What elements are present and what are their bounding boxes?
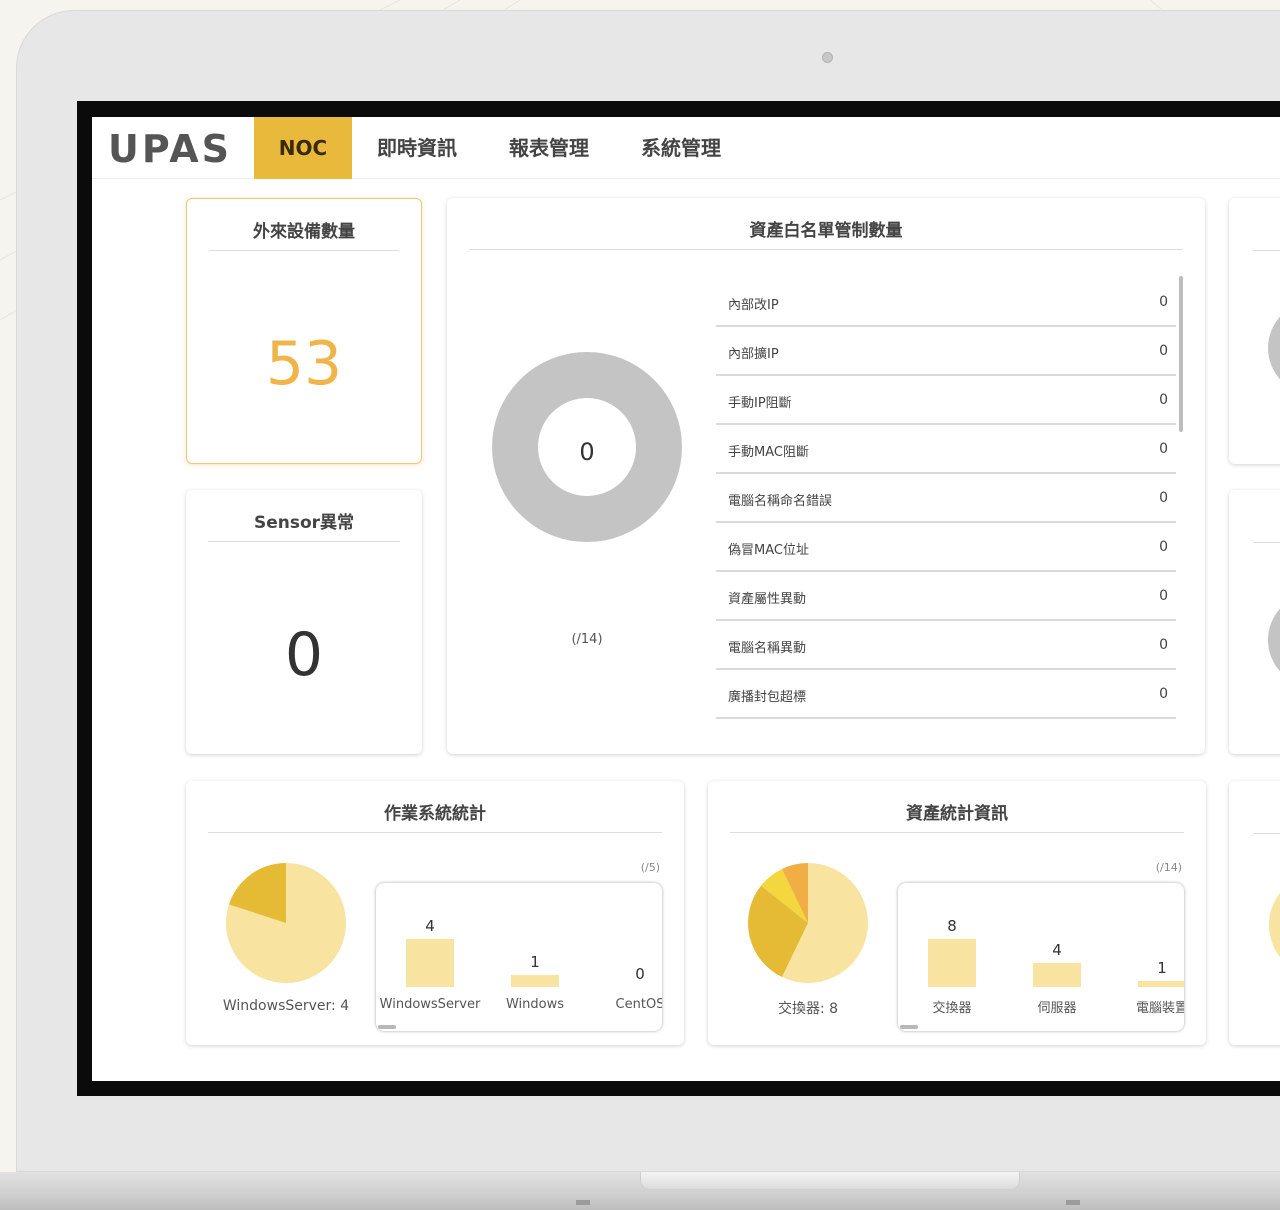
- card-title-divider: [1253, 250, 1280, 251]
- bar-category-label: Windows: [505, 997, 565, 1012]
- list-item-value: 0: [1159, 294, 1168, 310]
- whitelist-scrollbar[interactable]: [1179, 276, 1183, 432]
- list-item-label: 電腦名稱命名錯誤: [728, 494, 833, 509]
- external-devices-count: 53: [265, 329, 343, 399]
- bar-category-label: 伺服器: [1037, 1001, 1077, 1016]
- list-item[interactable]: 內部改IP 0: [716, 278, 1176, 327]
- tab-noc[interactable]: NOC: [254, 117, 352, 179]
- app-screen: UPAS NOC 即時資訊 報表管理 系統管理 外來設備數量 53 Sensor…: [92, 117, 1280, 1081]
- bar-category-label: 電腦裝置: [1135, 1001, 1184, 1016]
- list-item-value: 0: [1159, 686, 1168, 702]
- list-item[interactable]: 手動IP阻斷 0: [716, 376, 1176, 425]
- list-item[interactable]: 廣播封包超標 0: [716, 670, 1176, 719]
- horizontal-scrollbar[interactable]: [378, 1025, 396, 1029]
- bar-category-label: 交換器: [932, 1001, 972, 1016]
- partial-pie-chart: [1269, 893, 1280, 957]
- bar-value-label: 1: [530, 953, 540, 971]
- card-title: 作業系統統計: [208, 799, 662, 833]
- asset-pie-chart: [748, 863, 868, 983]
- list-item[interactable]: [716, 719, 1176, 738]
- bar-category-label: CentOS: [615, 997, 662, 1012]
- list-item-value: 0: [1159, 343, 1168, 359]
- external-devices-card[interactable]: 外來設備數量 53: [186, 198, 422, 464]
- bar-value-label: 8: [947, 917, 957, 935]
- partial-donut-chart: [1268, 608, 1280, 672]
- app-logo: UPAS: [108, 127, 232, 171]
- camera-icon: [822, 52, 833, 63]
- card-title-divider: [1253, 833, 1280, 834]
- asset-pie-label: 交換器: 8: [777, 1001, 839, 1017]
- os-bar-chart: 4 WindowsServer 1 Windows 0 CentOS: [376, 883, 662, 1031]
- laptop-base-notch: [640, 1172, 1020, 1190]
- laptop-foot: [576, 1200, 590, 1205]
- bar[interactable]: [1138, 981, 1184, 987]
- list-item-value: 0: [1159, 588, 1168, 604]
- list-item-label: 手動MAC阻斷: [728, 445, 809, 460]
- whitelist-control-card: 資產白名單管制數量 0 (/14) 內部改IP 0 內部擴IP 0 手動IP阻斷 0 …: [447, 198, 1205, 754]
- list-item-label: 偽冒MAC位址: [728, 543, 809, 558]
- asset-statistics-card: 資產統計資訊 交換器: 8 (/14) 8 交換器 4 伺服器 1 電腦裝置: [708, 781, 1206, 1045]
- bar[interactable]: [511, 975, 559, 987]
- os-statistics-card: 作業系統統計 WindowsServer: 4 (/5) 4 WindowsSer…: [186, 781, 684, 1045]
- list-item-label: 電腦名稱異動: [728, 641, 807, 656]
- list-item-label: 廣播封包超標: [728, 690, 807, 705]
- bar-value-label: 4: [425, 917, 435, 935]
- partial-card-middle-right: [1229, 490, 1280, 754]
- list-item-label: 內部改IP: [728, 298, 779, 313]
- sensor-abnormal-count: 0: [284, 620, 324, 690]
- list-item-value: 0: [1159, 490, 1168, 506]
- list-item[interactable]: 電腦名稱命名錯誤 0: [716, 474, 1176, 523]
- bar-value-label: 4: [1052, 941, 1062, 959]
- tab-system-management[interactable]: 系統管理: [626, 117, 736, 179]
- list-item[interactable]: 手動MAC阻斷 0: [716, 425, 1176, 474]
- list-item[interactable]: 電腦名稱異動 0: [716, 621, 1176, 670]
- list-item-label: 手動IP阻斷: [728, 396, 792, 411]
- bar[interactable]: [928, 939, 976, 987]
- card-title: 資產統計資訊: [730, 799, 1184, 833]
- list-item-value: 0: [1159, 441, 1168, 457]
- partial-donut-chart: [1268, 316, 1280, 380]
- tab-report-management[interactable]: 報表管理: [494, 117, 604, 179]
- list-item[interactable]: 偽冒MAC位址 0: [716, 523, 1176, 572]
- asset-bar-chart: 8 交換器 4 伺服器 1 電腦裝置: [898, 883, 1184, 1031]
- card-title: 資產白名單管制數量: [469, 216, 1183, 250]
- os-pie-label: WindowsServer: 4: [222, 998, 350, 1014]
- list-item-label: 資產屬性異動: [728, 592, 807, 607]
- list-item-value: 0: [1159, 539, 1168, 555]
- whitelist-donut-value: 0: [579, 438, 595, 466]
- os-total-caption: (/5): [640, 861, 660, 874]
- bar[interactable]: [1033, 963, 1081, 987]
- list-item-value: 0: [1159, 392, 1168, 408]
- list-item[interactable]: 資產屬性異動 0: [716, 572, 1176, 621]
- tab-realtime-info[interactable]: 即時資訊: [362, 117, 472, 179]
- laptop-foot: [1066, 1200, 1080, 1205]
- list-item-value: 0: [1159, 637, 1168, 653]
- bar-category-label: WindowsServer: [379, 997, 481, 1012]
- whitelist-total-caption: (/14): [571, 632, 603, 647]
- list-item-label: 內部擴IP: [728, 347, 779, 362]
- bar-value-label: 1: [1157, 959, 1167, 977]
- bar[interactable]: [406, 939, 454, 987]
- card-title-divider: [1253, 542, 1280, 543]
- os-pie-chart: [226, 863, 346, 983]
- card-title: 外來設備數量: [209, 217, 399, 251]
- card-title: Sensor異常: [208, 508, 400, 542]
- whitelist-list: 內部改IP 0 內部擴IP 0 手動IP阻斷 0 手動MAC阻斷 0 電腦名稱命名錯誤 0…: [716, 278, 1180, 738]
- top-nav: UPAS NOC 即時資訊 報表管理 系統管理: [92, 117, 1280, 179]
- horizontal-scrollbar[interactable]: [900, 1025, 918, 1029]
- bar-value-label: 0: [635, 965, 645, 983]
- list-item[interactable]: 內部擴IP 0: [716, 327, 1176, 376]
- sensor-abnormal-card[interactable]: Sensor異常 0: [186, 490, 422, 754]
- partial-card-bottom-right: [1229, 781, 1280, 1045]
- asset-total-caption: (/14): [1155, 861, 1182, 874]
- partial-card-top-right: [1229, 198, 1280, 464]
